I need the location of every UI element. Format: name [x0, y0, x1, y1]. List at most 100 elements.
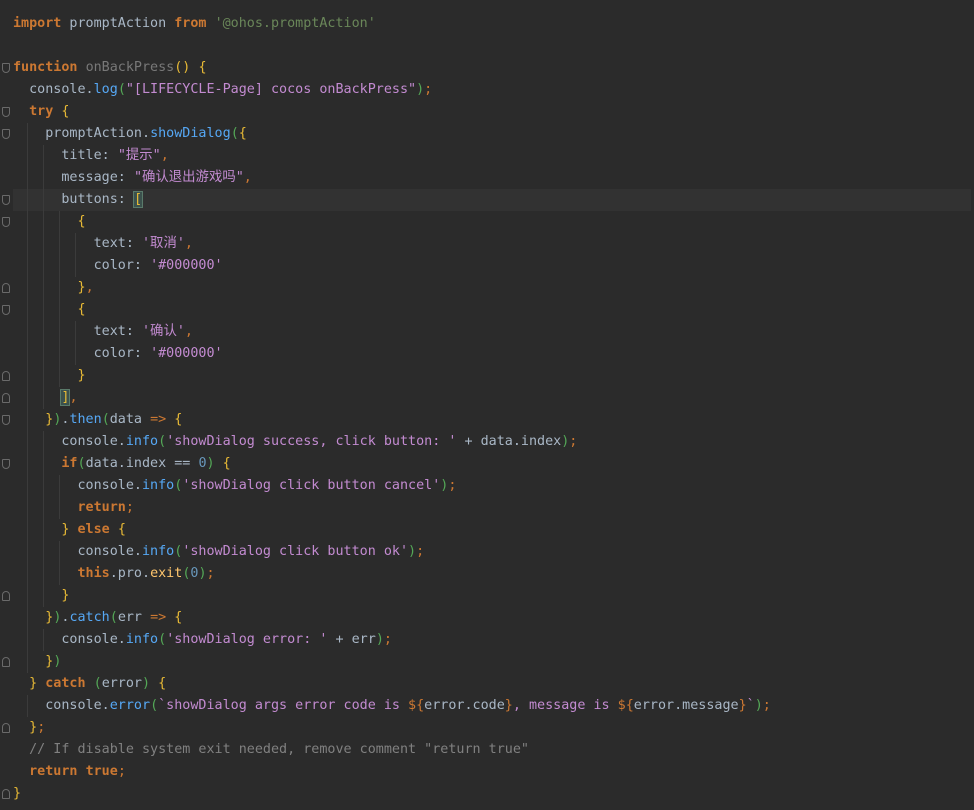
code-line[interactable]: }	[2, 585, 971, 607]
code-line[interactable]: // If disable system exit needed, remove…	[13, 739, 971, 761]
fold-end-icon[interactable]	[2, 591, 10, 601]
fold-start-icon[interactable]	[2, 415, 10, 425]
code-token: + err	[327, 632, 376, 647]
code-line[interactable]: return;	[13, 497, 971, 519]
code-line[interactable]: function onBackPress() {	[2, 57, 971, 79]
editor-gutter[interactable]	[0, 0, 12, 810]
code-token: onBackPress	[85, 60, 175, 75]
code-line[interactable]: color: '#000000'	[13, 255, 971, 277]
code-token: (	[150, 698, 159, 713]
fold-end-icon[interactable]	[2, 723, 10, 733]
code-line[interactable]: promptAction.showDialog({	[2, 123, 971, 145]
code-line[interactable]: buttons: [	[2, 189, 971, 211]
code-line[interactable]: return true;	[13, 761, 971, 783]
indent-guide	[43, 585, 44, 607]
code-line[interactable]: console.info('showDialog error: ' + err)…	[13, 629, 971, 651]
fold-end-icon[interactable]	[2, 283, 10, 293]
fold-end-icon[interactable]	[2, 371, 10, 381]
fold-start-icon[interactable]	[2, 459, 10, 469]
code-token: // If disable system exit needed, remove…	[13, 742, 529, 757]
code-token: ,	[85, 280, 94, 295]
code-token: error.message	[633, 698, 739, 713]
code-token: catch	[69, 610, 110, 625]
fold-end-icon[interactable]	[2, 393, 10, 403]
code-line[interactable]: if(data.index == 0) {	[2, 453, 971, 475]
code-token: (	[101, 412, 110, 427]
code-line[interactable]: } catch (error) {	[13, 673, 971, 695]
indent-guide	[43, 387, 44, 409]
fold-start-icon[interactable]	[2, 217, 10, 227]
indent-guide	[43, 629, 44, 651]
code-line[interactable]: }).then(data => {	[2, 409, 971, 431]
indent-guide	[27, 255, 28, 277]
code-line[interactable]: console.info('showDialog click button ca…	[13, 475, 971, 497]
indent-guide	[43, 475, 44, 497]
fold-start-icon[interactable]	[2, 305, 10, 315]
fold-start-icon[interactable]	[2, 107, 10, 117]
code-token: '取消'	[142, 236, 185, 251]
indent-guide	[43, 519, 44, 541]
code-token: )	[375, 632, 384, 647]
code-line[interactable]: {	[2, 299, 971, 321]
code-line[interactable]: console.log("[LIFECYCLE-Page] cocos onBa…	[13, 79, 971, 101]
code-token: "提示"	[117, 148, 161, 163]
code-token: )	[408, 544, 417, 559]
code-line[interactable]: this.pro.exit(0);	[13, 563, 971, 585]
fold-start-icon[interactable]	[2, 129, 10, 139]
indent-guide	[43, 321, 44, 343]
code-line[interactable]: };	[2, 717, 971, 739]
code-area[interactable]: import promptAction from '@ohos.promptAc…	[2, 13, 971, 805]
code-line[interactable]: },	[2, 277, 971, 299]
fold-start-icon[interactable]	[2, 63, 10, 73]
fold-end-icon[interactable]	[2, 657, 10, 667]
code-token: info	[142, 544, 175, 559]
fold-end-icon[interactable]	[2, 789, 10, 799]
code-token: ,	[243, 170, 252, 185]
code-editor[interactable]: import promptAction from '@ohos.promptAc…	[0, 0, 974, 810]
code-line[interactable]: text: '确认',	[13, 321, 971, 343]
code-line[interactable]: import promptAction from '@ohos.promptAc…	[13, 13, 971, 35]
code-token: )	[416, 82, 425, 97]
code-token: {	[158, 676, 167, 691]
code-line[interactable]: message: "确认退出游戏吗",	[13, 167, 971, 189]
code-token: '#000000'	[150, 258, 223, 273]
code-line[interactable]: }	[2, 365, 971, 387]
code-token: buttons:	[13, 192, 134, 207]
code-token: 'showDialog error: '	[166, 632, 328, 647]
code-line[interactable]: console.error(`showDialog args error cod…	[13, 695, 971, 717]
code-line[interactable]	[13, 35, 971, 57]
code-token: ${	[408, 698, 425, 713]
code-token: if	[61, 456, 78, 471]
code-token: (	[158, 632, 167, 647]
code-line[interactable]: }	[2, 783, 971, 805]
code-token: 0	[198, 456, 207, 471]
fold-start-icon[interactable]	[2, 195, 10, 205]
code-line[interactable]: {	[2, 211, 971, 233]
code-line[interactable]: } else {	[13, 519, 971, 541]
code-line[interactable]: console.info('showDialog success, click …	[13, 431, 971, 453]
code-line[interactable]: try {	[2, 101, 971, 123]
code-token: {	[61, 104, 70, 119]
indent-guide	[27, 475, 28, 497]
indent-guide	[75, 233, 76, 255]
code-line[interactable]: color: '#000000'	[13, 343, 971, 365]
indent-guide	[27, 211, 28, 233]
indent-guide	[59, 563, 60, 585]
indent-guide	[27, 145, 28, 167]
code-line[interactable]: text: '取消',	[13, 233, 971, 255]
code-line[interactable]: ],	[2, 387, 971, 409]
code-line[interactable]: title: "提示",	[13, 145, 971, 167]
code-line[interactable]: })	[2, 651, 971, 673]
code-line[interactable]: }).catch(err => {	[13, 607, 971, 629]
code-token: promptAction.	[13, 126, 151, 141]
code-token: return	[77, 500, 126, 515]
indent-guide	[27, 321, 28, 343]
code-token: ;	[383, 632, 392, 647]
code-line[interactable]: console.info('showDialog click button ok…	[13, 541, 971, 563]
